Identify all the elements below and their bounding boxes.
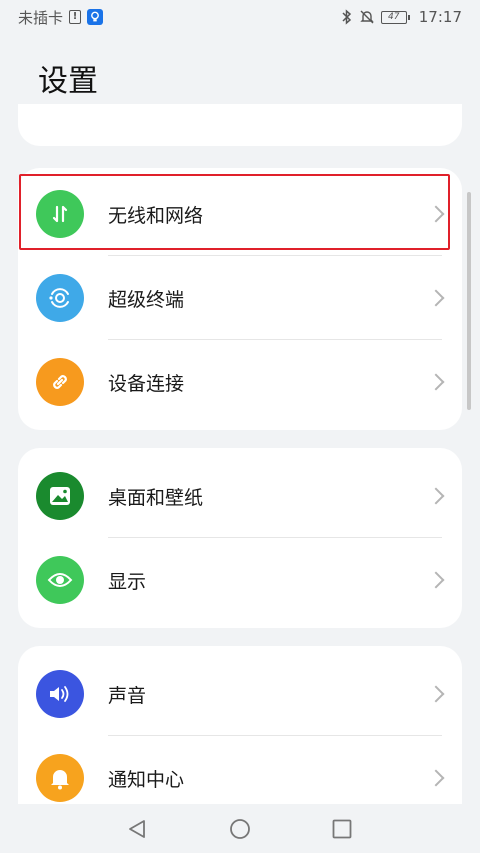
chevron-right-icon	[427, 373, 445, 391]
settings-card-network: 无线和网络 超级终端 设备连接	[18, 168, 462, 430]
settings-item-label: 设备连接	[108, 372, 185, 395]
settings-item-label: 无线和网络	[108, 204, 204, 227]
settings-item-super-device[interactable]: 超级终端	[18, 256, 462, 340]
home-icon[interactable]	[229, 818, 251, 840]
back-icon[interactable]	[126, 818, 148, 840]
chevron-right-icon	[427, 685, 445, 703]
wallpaper-icon	[36, 472, 84, 520]
bell-icon	[36, 754, 84, 802]
chevron-right-icon	[427, 769, 445, 787]
clock-text: 17:17	[418, 8, 462, 26]
settings-item-label: 通知中心	[108, 768, 185, 791]
settings-item-label: 声音	[108, 684, 147, 707]
settings-item-display[interactable]: 显示	[18, 538, 462, 622]
settings-card-display: 桌面和壁纸 显示	[18, 448, 462, 628]
settings-item-sound[interactable]: 声音	[18, 652, 462, 736]
status-left: 未插卡 !	[18, 7, 104, 28]
battery-icon: 47	[380, 10, 410, 24]
carrier-text: 未插卡	[18, 8, 64, 27]
speaker-icon	[36, 670, 84, 718]
recent-apps-icon[interactable]	[331, 818, 353, 840]
super-device-icon	[36, 274, 84, 322]
chevron-right-icon	[427, 571, 445, 589]
lightbulb-icon	[87, 9, 104, 25]
wireless-network-icon	[36, 190, 84, 238]
chevron-right-icon	[427, 205, 445, 223]
chevron-right-icon	[427, 487, 445, 505]
bell-muted-icon	[360, 10, 374, 24]
link-icon	[36, 358, 84, 406]
settings-card-sound: 声音 通知中心	[18, 646, 462, 804]
settings-item-label: 桌面和壁纸	[108, 486, 204, 509]
settings-item-label: 显示	[108, 570, 147, 593]
settings-item-label: 超级终端	[108, 288, 185, 311]
chevron-right-icon	[427, 289, 445, 307]
status-bar: 未插卡 ! 47 17:17	[0, 0, 480, 34]
bluetooth-icon	[342, 9, 351, 25]
status-right: 47 17:17	[341, 8, 462, 26]
settings-card-partial	[18, 104, 462, 146]
eye-icon	[36, 556, 84, 604]
sim-warning-icon: !	[69, 10, 82, 24]
settings-item-wallpaper[interactable]: 桌面和壁纸	[18, 454, 462, 538]
navigation-bar	[0, 804, 480, 853]
scrollbar[interactable]	[467, 192, 471, 410]
settings-item-device-connection[interactable]: 设备连接	[18, 340, 462, 424]
settings-item-wireless-network[interactable]: 无线和网络	[18, 172, 462, 256]
page-title: 设置	[38, 64, 98, 99]
